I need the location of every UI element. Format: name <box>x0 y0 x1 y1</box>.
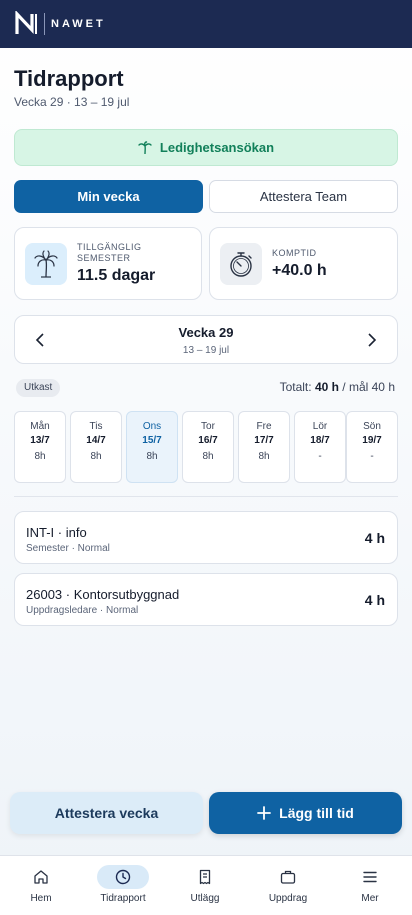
total-value: 40 h <box>314 380 339 394</box>
logo-divider <box>44 13 45 35</box>
day-date: 16/7 <box>198 435 218 446</box>
home-icon <box>15 865 67 889</box>
leave-request-label: Ledighetsansökan <box>159 140 275 155</box>
day-cell-mon[interactable]: Mån 13/7 8h <box>14 411 66 483</box>
day-name: Sön <box>363 421 381 432</box>
receipt-icon <box>179 865 231 889</box>
time-entry[interactable]: 26003 · Kontorsutbyggnad Uppdragsledare … <box>14 573 398 626</box>
day-name: Tor <box>201 421 215 432</box>
comp-time-value: +40.0 h <box>272 261 327 279</box>
entry-title: INT-I · info <box>26 525 87 540</box>
day-date: 15/7 <box>142 435 162 446</box>
nav-label: Hem <box>30 893 52 904</box>
day-date: 19/7 <box>362 435 382 446</box>
day-cell-wed[interactable]: Ons 15/7 8h <box>126 411 178 483</box>
day-name: Ons <box>142 421 162 432</box>
nav-home[interactable]: Hem <box>0 856 82 915</box>
top-bar: NAWET <box>0 0 412 48</box>
logo-icon <box>15 11 37 35</box>
week-navigator: Vecka 29 13 – 19 jul <box>14 315 398 364</box>
entry-hours: 4 h <box>364 592 385 608</box>
day-hours: - <box>370 451 374 462</box>
vacation-value: 11.5 dagar <box>77 267 156 284</box>
nav-timesheet[interactable]: Tidrapport <box>82 856 164 915</box>
page-title: Tidrapport <box>14 66 124 91</box>
divider <box>14 496 398 497</box>
comp-time-label: KOMPTID <box>272 247 317 258</box>
leave-request-button[interactable]: Ledighetsansökan <box>14 129 398 166</box>
nav-label: Utlägg <box>190 893 220 904</box>
nav-label: Mer <box>361 893 379 904</box>
day-cell-thu[interactable]: Tor 16/7 8h <box>182 411 234 483</box>
week-total: Totalt: 40 h / mål 40 h <box>280 380 395 394</box>
nav-assignments[interactable]: Uppdrag <box>247 856 329 915</box>
nav-more[interactable]: Mer <box>329 856 411 915</box>
add-time-label: Lägg till tid <box>279 805 354 821</box>
vacation-card: TILLGÄNGLIG SEMESTER 11.5 dagar <box>14 227 202 300</box>
week-range: 13 – 19 jul <box>182 345 230 356</box>
vacation-label-1: TILLGÄNGLIG <box>77 242 142 252</box>
day-cell-sat[interactable]: Lör 18/7 - <box>294 411 346 483</box>
day-date: 14/7 <box>86 435 106 446</box>
day-date: 17/7 <box>254 435 274 446</box>
nav-label: Uppdrag <box>268 893 308 904</box>
menu-icon <box>344 865 396 889</box>
bottom-nav: Hem Tidrapport Utlägg Uppdrag Mer <box>0 855 412 915</box>
entry-title: 26003 · Kontorsutbyggnad <box>26 587 180 602</box>
tab-my-week[interactable]: Min vecka <box>14 180 203 213</box>
time-entry[interactable]: INT-I · info Semester · Normal 4 h <box>14 511 398 564</box>
briefcase-icon <box>262 865 314 889</box>
attest-week-button[interactable]: Attestera vecka <box>10 792 203 834</box>
chevron-right-icon <box>368 333 377 347</box>
palm-tree-icon <box>138 140 152 154</box>
day-date: 13/7 <box>30 435 50 446</box>
plus-icon <box>257 806 272 820</box>
entry-subtitle: Semester · Normal <box>26 543 110 554</box>
day-hours: - <box>318 451 322 462</box>
nav-expenses[interactable]: Utlägg <box>164 856 246 915</box>
tab-attest-team[interactable]: Attestera Team <box>209 180 398 213</box>
day-hours: 8h <box>258 451 270 462</box>
day-hours: 8h <box>34 451 46 462</box>
clock-icon <box>97 865 149 889</box>
day-cell-tue[interactable]: Tis 14/7 8h <box>70 411 122 483</box>
total-prefix: Totalt: <box>279 380 312 394</box>
day-name: Fre <box>256 421 272 432</box>
nav-label: Tidrapport <box>100 893 146 904</box>
day-hours: 8h <box>146 451 158 462</box>
day-cell-fri[interactable]: Fre 17/7 8h <box>238 411 290 483</box>
week-title: Vecka 29 <box>178 325 234 340</box>
vacation-label-2: SEMESTER <box>77 253 131 263</box>
page-subtitle: Vecka 29 · 13 – 19 jul <box>14 95 130 109</box>
day-hours: 8h <box>202 451 214 462</box>
palm-tree-icon <box>25 242 67 285</box>
day-hours: 8h <box>90 451 102 462</box>
status-badge: Utkast <box>16 379 61 397</box>
entry-subtitle: Uppdragsledare · Normal <box>26 605 139 616</box>
day-name: Mån <box>30 421 50 432</box>
entry-hours: 4 h <box>364 530 385 546</box>
day-name: Lör <box>312 421 328 432</box>
next-week-button[interactable] <box>360 328 384 352</box>
brand-name: NAWET <box>51 18 106 30</box>
day-cell-sun[interactable]: Sön 19/7 - <box>346 411 398 483</box>
comp-time-card: KOMPTID +40.0 h <box>209 227 398 300</box>
add-time-button[interactable]: Lägg till tid <box>209 792 402 834</box>
day-date: 18/7 <box>310 435 330 446</box>
day-name: Tis <box>89 421 103 432</box>
total-suffix: / mål 40 h <box>342 380 395 394</box>
stopwatch-icon <box>220 242 262 285</box>
